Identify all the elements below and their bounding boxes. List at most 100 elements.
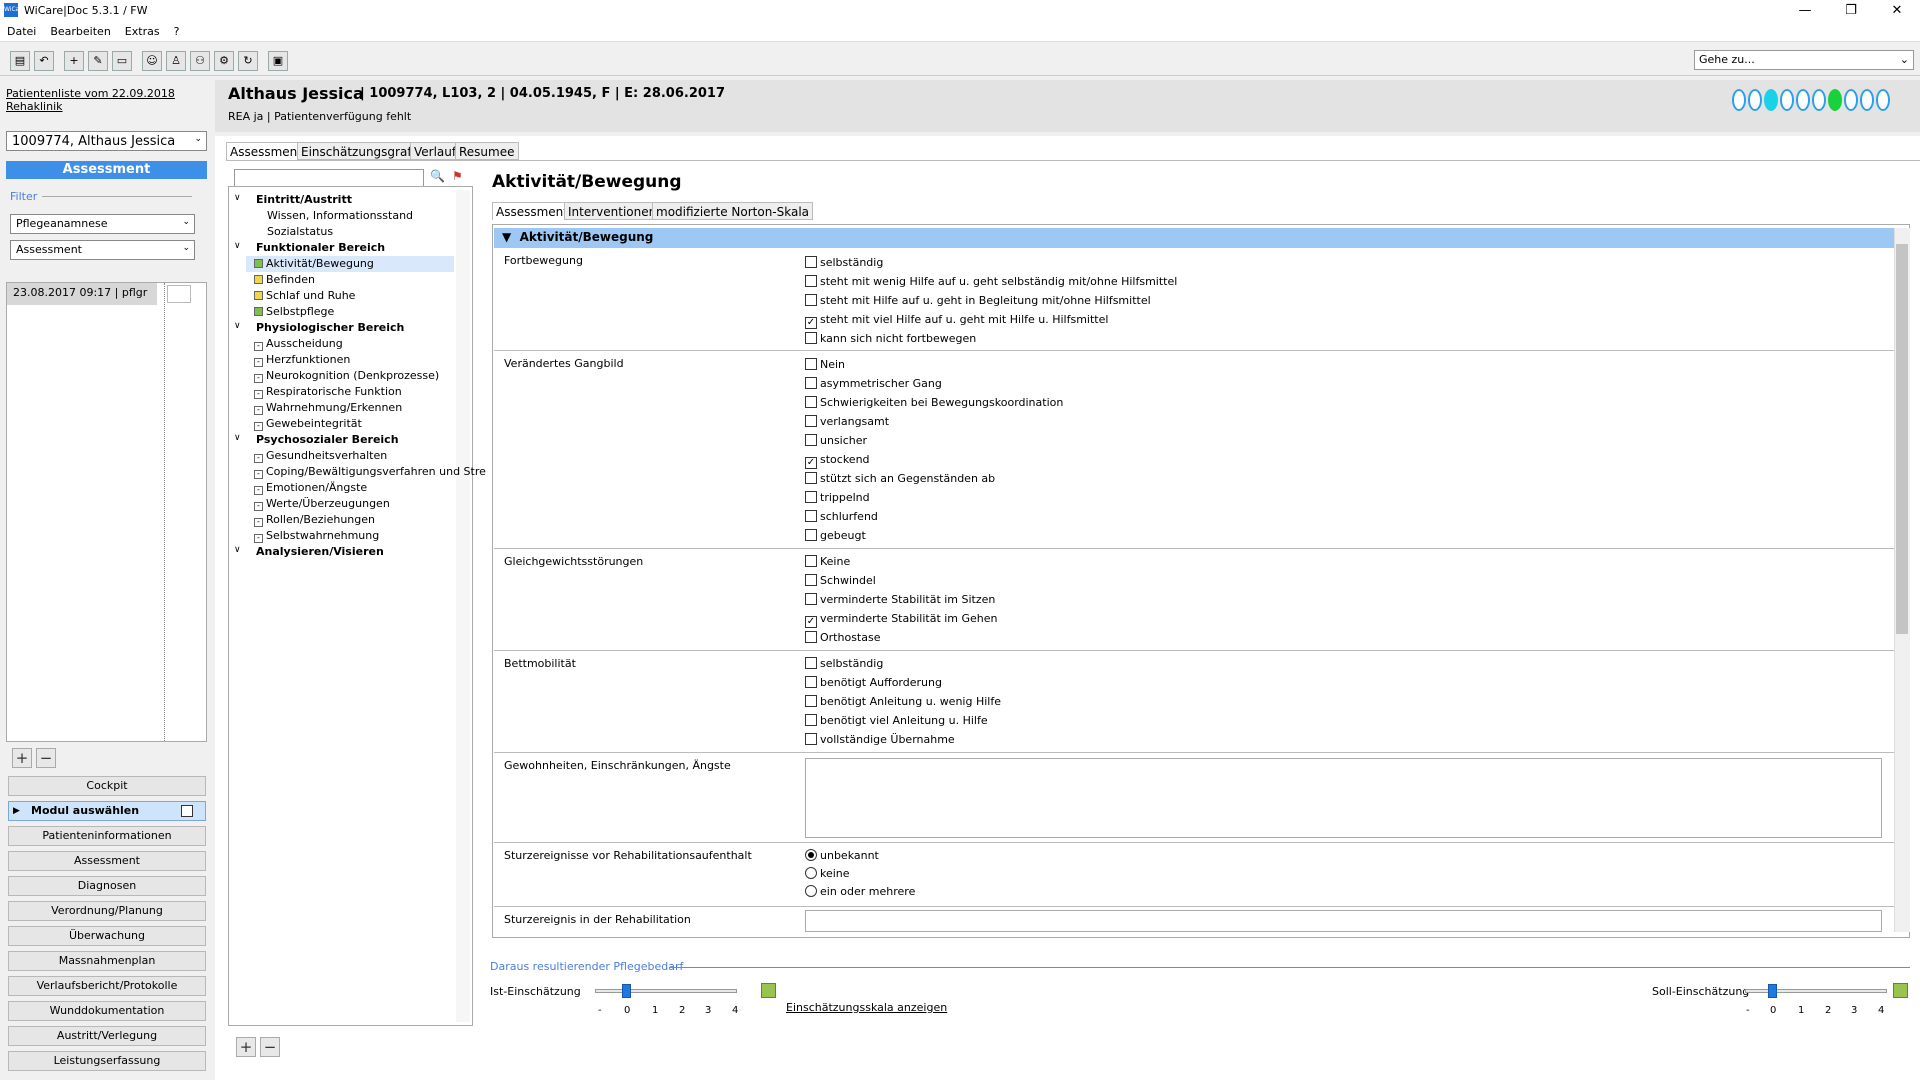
tree-item[interactable]: - Wahrnehmung/Erkennen [254,401,402,415]
tab-einschaetzungsgrafik[interactable]: Einschätzungsgrafik [297,142,426,160]
refresh-icon[interactable]: ↻ [238,51,258,71]
checkbox-option[interactable]: vollständige Übernahme [805,733,955,746]
checkbox[interactable] [805,491,817,503]
menu-extras[interactable]: Extras [118,22,167,41]
entry-field[interactable] [167,285,191,303]
tree-group[interactable]: Psychosozialer Bereich [256,433,399,446]
remove-button[interactable]: − [260,1037,280,1057]
tree-item[interactable]: - Neurokognition (Denkprozesse) [254,369,439,383]
chevron-down-icon[interactable]: ∨ [234,193,241,203]
checkbox[interactable] [181,805,193,817]
radio-option[interactable]: unbekannt [805,849,879,862]
add-button[interactable]: + [236,1037,256,1057]
checkbox-option[interactable]: selbständig [805,657,883,670]
nav-verordnung[interactable]: Verordnung/Planung [8,901,206,921]
scrollbar-thumb[interactable] [1896,244,1908,634]
add-icon[interactable]: + [64,51,84,71]
tree-group[interactable]: Eintritt/Austritt [256,193,352,206]
chevron-down-icon[interactable]: ∨ [234,433,241,443]
checkbox-option[interactable]: Orthostase [805,631,880,644]
tab-assessment[interactable]: Assessment [226,142,306,160]
checkbox-option[interactable]: benötigt Anleitung u. wenig Hilfe [805,695,1001,708]
tree-item[interactable]: - Emotionen/Ängste [254,481,367,495]
checkbox[interactable] [805,733,817,745]
checkbox[interactable] [805,396,817,408]
radio-button[interactable] [805,867,817,879]
scale-link[interactable]: Einschätzungsskala anzeigen [786,1001,947,1014]
tab-sub-assessment[interactable]: Assessment [492,202,572,220]
restore-icon[interactable]: ❐ [1836,2,1866,20]
nav-patienteninformationen[interactable]: Patienteninformationen [8,826,206,846]
checkbox-option[interactable]: verminderte Stabilität im Sitzen [805,593,995,606]
tree-item[interactable]: - Coping/Bewältigungsverfahren und Stre [254,465,486,479]
chevron-down-icon[interactable]: ∨ [234,545,241,555]
group-icon[interactable]: ⚇ [190,51,210,71]
menu-datei[interactable]: Datei [0,22,43,41]
checkbox-option[interactable]: ✓ stockend [805,453,870,469]
patient-select[interactable]: 1009774, Althaus Jessica ⌄ [6,131,207,151]
tree-item[interactable]: Selbstpflege [254,305,334,318]
menu-bearbeiten[interactable]: Bearbeiten [43,22,117,41]
nav-wunddokumentation[interactable]: Wunddokumentation [8,1001,206,1021]
checkbox-option[interactable]: asymmetrischer Gang [805,377,942,390]
checkbox[interactable] [805,714,817,726]
window-icon[interactable]: ▭ [112,51,132,71]
radio-option[interactable]: ein oder mehrere [805,885,915,898]
checkbox-option[interactable]: verlangsamt [805,415,889,428]
nav-diagnosen[interactable]: Diagnosen [8,876,206,896]
nav-ueberwachung[interactable]: Überwachung [8,926,206,946]
checkbox[interactable] [805,676,817,688]
soll-slider[interactable] [1745,989,1887,993]
checkbox[interactable] [805,472,817,484]
tree-group[interactable]: Analysieren/Visieren [256,545,384,558]
nav-cockpit[interactable]: Cockpit [8,776,206,796]
checkbox-option[interactable]: Schwierigkeiten bei Bewegungskoordinatio… [805,396,1063,409]
checkbox-option[interactable]: Nein [805,358,845,371]
chevron-down-icon[interactable]: ∨ [234,321,241,331]
tab-interventionen[interactable]: Interventionen [564,202,661,220]
save-icon[interactable]: ▤ [10,51,30,71]
checkbox[interactable] [805,358,817,370]
tree-item[interactable]: - Ausscheidung [254,337,343,351]
add-button[interactable]: + [12,748,32,768]
clinic-link[interactable]: Rehaklinik [6,100,63,113]
checkbox[interactable] [805,415,817,427]
gewohnheiten-textarea[interactable] [805,758,1882,838]
nav-assessment[interactable]: Assessment [8,851,206,871]
checkbox[interactable] [805,555,817,567]
checkbox-option[interactable]: steht mit wenig Hilfe auf u. geht selbst… [805,275,1177,288]
checkbox-option[interactable]: Schwindel [805,574,876,587]
checkbox[interactable] [805,529,817,541]
radio-option[interactable]: keine [805,867,850,880]
nav-leistungserfassung[interactable]: Leistungserfassung [8,1051,206,1071]
chevron-down-icon[interactable]: ∨ [234,241,241,251]
clear-search-icon[interactable]: ⚑ [452,169,463,183]
search-input[interactable] [234,169,424,187]
menu-help[interactable]: ? [167,22,187,41]
ist-slider[interactable] [595,989,737,993]
tab-norton-skala[interactable]: modifizierte Norton-Skala [652,202,814,220]
checkbox[interactable] [805,256,817,268]
checkmark-icon[interactable]: ✓ [805,457,817,469]
checkbox-option[interactable]: Keine [805,555,850,568]
patient-list-link[interactable]: Patientenliste vom 22.09.2018 [6,87,175,100]
checkbox-option[interactable]: schlurfend [805,510,878,523]
print-icon[interactable]: ▣ [268,51,288,71]
ist-slider-thumb[interactable] [622,984,631,998]
filter-select-1[interactable]: Pflegeanamnese ⌄ [10,214,195,234]
minimize-icon[interactable]: — [1790,2,1820,20]
users-icon[interactable]: ☺ [142,51,162,71]
checkbox[interactable] [805,332,817,344]
edit-icon[interactable]: ✎ [88,51,108,71]
user-icon[interactable]: ♙ [166,51,186,71]
checkbox[interactable] [805,294,817,306]
tree-item[interactable]: Sozialstatus [267,225,333,238]
checkmark-icon[interactable]: ✓ [805,317,817,329]
sturz-reha-textarea[interactable] [805,910,1882,932]
undo-icon[interactable]: ↶ [34,51,54,71]
tree-item[interactable]: - Selbstwahrnehmung [254,529,379,543]
checkbox-option[interactable]: ✓ verminderte Stabilität im Gehen [805,612,998,628]
tree-group[interactable]: Funktionaler Bereich [256,241,385,254]
tab-resumee[interactable]: Resumee [455,142,519,160]
checkbox[interactable] [805,631,817,643]
